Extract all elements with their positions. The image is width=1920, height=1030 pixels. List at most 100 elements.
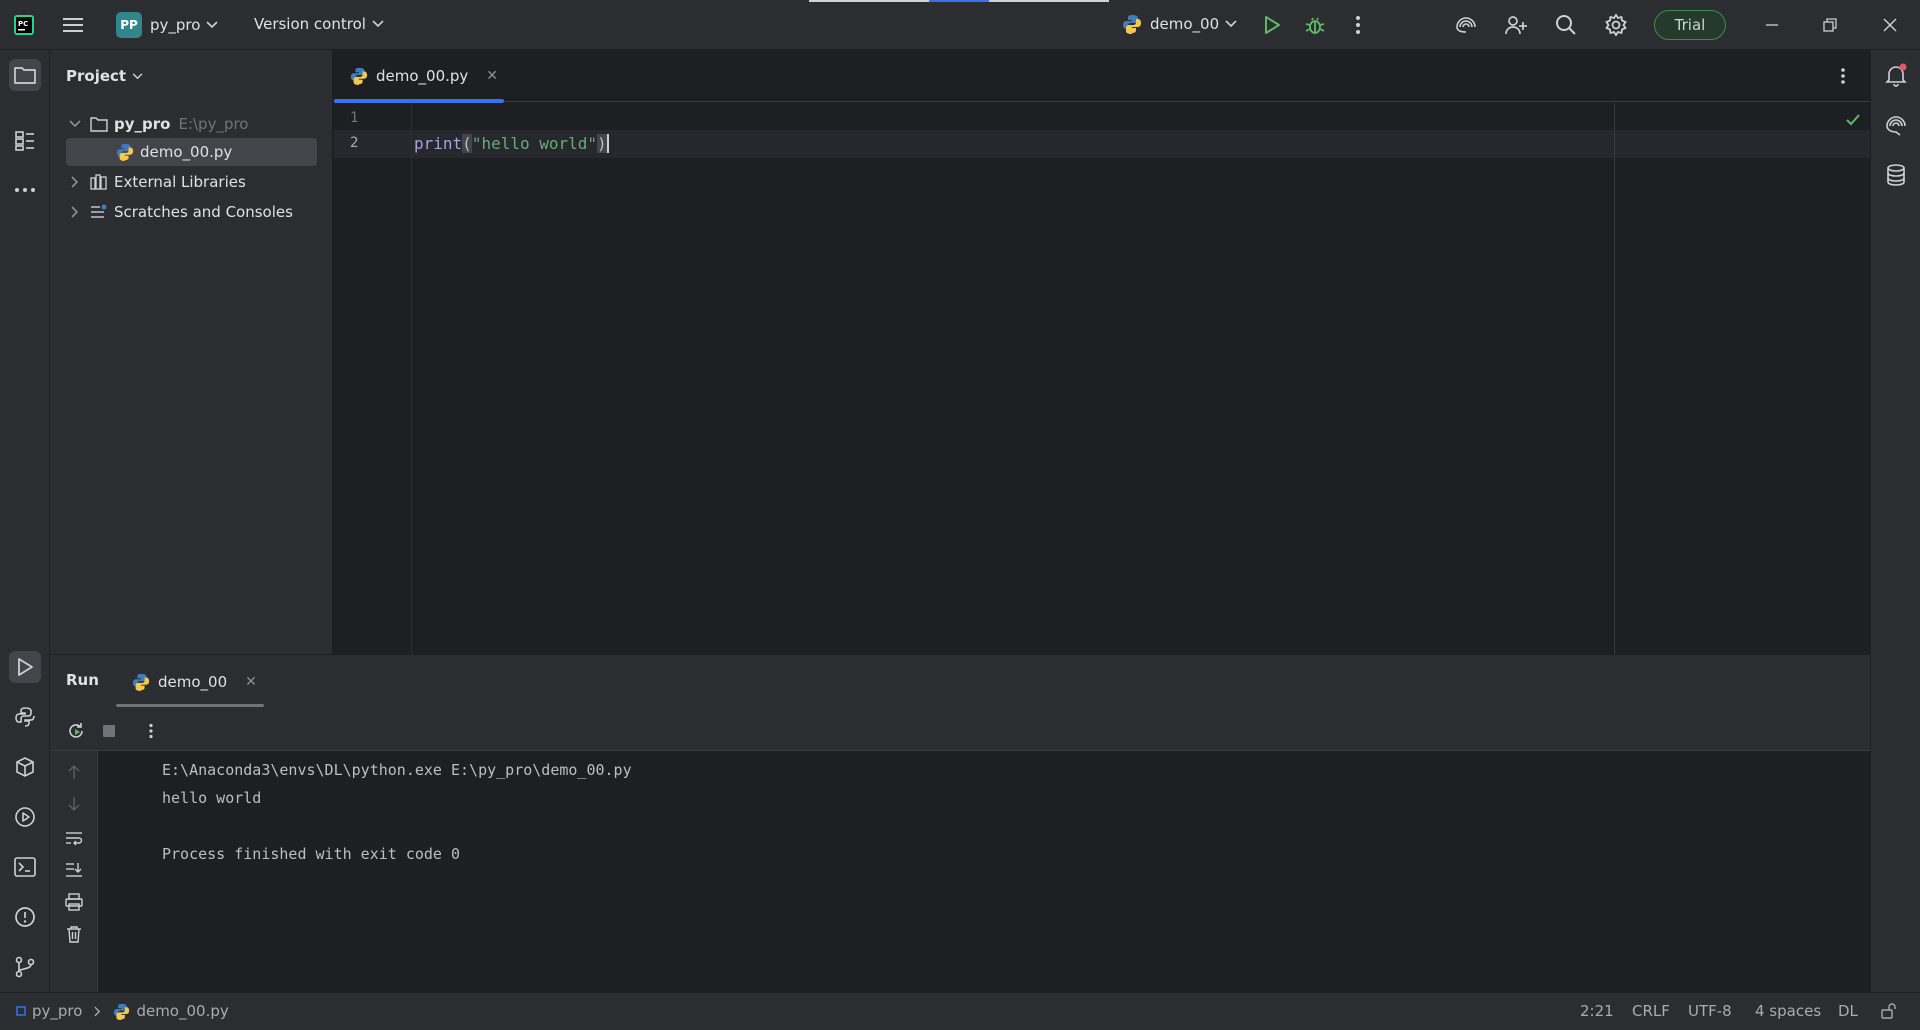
code-with-me-icon[interactable] bbox=[1502, 11, 1530, 39]
chevron-down-icon[interactable] bbox=[66, 120, 84, 128]
breadcrumb-file[interactable]: demo_00.py bbox=[136, 1002, 228, 1020]
chevron-right-icon[interactable] bbox=[66, 176, 84, 188]
terminal-icon[interactable] bbox=[9, 851, 41, 883]
console-line: E:\Anaconda3\envs\DL\python.exe E:\py_pr… bbox=[162, 761, 632, 779]
project-panel-title: Project bbox=[66, 67, 127, 85]
close-window-icon[interactable] bbox=[1876, 11, 1904, 39]
tree-item-demo-00[interactable]: demo_00.py bbox=[66, 138, 317, 166]
chevron-down-icon bbox=[1225, 20, 1237, 28]
python-file-icon bbox=[350, 67, 368, 85]
code-function: print bbox=[414, 134, 463, 153]
editor-more-icon[interactable] bbox=[1829, 62, 1857, 90]
code-paren-open: ( bbox=[462, 134, 472, 153]
indent-setting[interactable]: 4 spaces bbox=[1755, 1002, 1821, 1020]
ai-chat-icon[interactable] bbox=[1880, 109, 1912, 141]
problems-icon[interactable] bbox=[9, 901, 41, 933]
more-actions-icon[interactable] bbox=[1344, 11, 1372, 39]
arrow-down-icon[interactable] bbox=[63, 793, 85, 815]
structure-icon[interactable] bbox=[9, 125, 41, 157]
window-top-strip-accent bbox=[929, 0, 989, 2]
run-toolbar bbox=[50, 709, 1870, 751]
project-badge: PP bbox=[116, 12, 142, 38]
git-branch-icon[interactable] bbox=[9, 951, 41, 983]
library-icon bbox=[90, 174, 108, 190]
close-tab-icon[interactable]: ✕ bbox=[486, 68, 498, 84]
more-tools-icon[interactable] bbox=[9, 174, 41, 206]
no-problems-check-icon[interactable] bbox=[1839, 106, 1867, 134]
line-number: 1 bbox=[350, 110, 359, 126]
run-tab-indicator bbox=[116, 704, 264, 707]
run-more-icon[interactable] bbox=[140, 720, 162, 742]
services-icon[interactable] bbox=[9, 801, 41, 833]
run-tab-demo-00[interactable]: demo_00 ✕ bbox=[118, 663, 268, 701]
tree-root-label: py_pro bbox=[114, 115, 171, 133]
restore-icon[interactable] bbox=[1816, 11, 1844, 39]
trash-icon[interactable] bbox=[63, 923, 85, 945]
project-switcher[interactable]: PP py_pro bbox=[116, 12, 219, 38]
soft-wrap-icon[interactable] bbox=[63, 827, 85, 849]
ai-assistant-icon[interactable] bbox=[1452, 11, 1480, 39]
run-config-label: demo_00 bbox=[1150, 15, 1220, 33]
run-panel-title: Run bbox=[66, 671, 99, 689]
tree-item-label: demo_00.py bbox=[140, 143, 233, 161]
console-line: Process finished with exit code 0 bbox=[162, 845, 461, 863]
breadcrumb-project[interactable]: py_pro bbox=[32, 1002, 82, 1020]
tree-root-py-pro[interactable]: py_pro E:\py_pro bbox=[66, 110, 249, 138]
notifications-bell-icon[interactable] bbox=[1880, 59, 1912, 91]
line-number-gutter: 1 2 bbox=[334, 103, 412, 654]
scratches-icon bbox=[90, 204, 108, 220]
rerun-icon[interactable] bbox=[65, 720, 87, 742]
main-menu-icon[interactable] bbox=[59, 11, 87, 39]
python-file-icon bbox=[116, 143, 134, 161]
version-control-label: Version control bbox=[254, 15, 366, 33]
interpreter-name[interactable]: DL bbox=[1838, 1002, 1858, 1020]
run-icon[interactable] bbox=[1258, 11, 1286, 39]
code-string: "hello world" bbox=[471, 134, 598, 153]
line-ending[interactable]: CRLF bbox=[1632, 1002, 1670, 1020]
print-icon[interactable] bbox=[63, 891, 85, 913]
arrow-up-icon[interactable] bbox=[63, 761, 85, 783]
run-config-selector[interactable]: demo_00 bbox=[1122, 14, 1237, 34]
run-tool-icon[interactable] bbox=[9, 651, 41, 683]
search-icon[interactable] bbox=[1552, 11, 1580, 39]
tree-item-label: Scratches and Consoles bbox=[114, 203, 293, 221]
breadcrumb: py_pro demo_00.py bbox=[16, 1002, 229, 1020]
project-folder-icon[interactable] bbox=[9, 59, 41, 91]
stop-icon[interactable] bbox=[98, 720, 120, 742]
python-file-icon bbox=[113, 1003, 130, 1020]
tree-item-label: External Libraries bbox=[114, 173, 246, 191]
version-control-menu[interactable]: Version control bbox=[254, 15, 384, 33]
minimize-icon[interactable] bbox=[1758, 11, 1786, 39]
console-side-toolbar bbox=[50, 751, 98, 993]
python-console-icon[interactable] bbox=[9, 701, 41, 733]
chevron-down-icon bbox=[372, 20, 384, 28]
run-tab-label: demo_00 bbox=[158, 673, 228, 691]
chevron-down-icon bbox=[206, 21, 219, 29]
tree-item-external-libraries[interactable]: External Libraries bbox=[66, 168, 246, 196]
trial-button[interactable]: Trial bbox=[1654, 10, 1726, 40]
database-icon[interactable] bbox=[1880, 159, 1912, 191]
scroll-to-end-icon[interactable] bbox=[63, 859, 85, 881]
close-tab-icon[interactable]: ✕ bbox=[245, 674, 257, 690]
file-encoding[interactable]: UTF-8 bbox=[1688, 1002, 1732, 1020]
console-output[interactable]: E:\Anaconda3\envs\DL\python.exe E:\py_pr… bbox=[98, 751, 1870, 993]
python-packages-icon[interactable] bbox=[9, 751, 41, 783]
settings-gear-icon[interactable] bbox=[1602, 11, 1630, 39]
project-name: py_pro bbox=[150, 16, 201, 34]
line-number: 2 bbox=[350, 135, 359, 151]
left-tool-strip bbox=[0, 50, 50, 992]
project-view-selector[interactable]: Project bbox=[66, 67, 143, 85]
code-line-2[interactable]: print("hello world") bbox=[414, 134, 609, 153]
editor-tab-demo-00[interactable]: demo_00.py ✕ bbox=[334, 50, 504, 103]
status-bar: py_pro demo_00.py 2:21 CRLF UTF-8 4 spac… bbox=[0, 992, 1920, 1030]
caret-position[interactable]: 2:21 bbox=[1580, 1002, 1614, 1020]
svg-text:PC: PC bbox=[18, 20, 28, 28]
python-file-icon bbox=[132, 673, 150, 691]
chevron-right-icon[interactable] bbox=[66, 206, 84, 218]
debug-icon[interactable] bbox=[1301, 11, 1329, 39]
tree-item-scratches[interactable]: Scratches and Consoles bbox=[66, 198, 293, 226]
editor-area: demo_00.py ✕ 1 2 print("hello world") bbox=[334, 50, 1870, 654]
chevron-down-icon bbox=[132, 72, 143, 80]
unlock-icon[interactable] bbox=[1880, 1003, 1896, 1019]
code-paren-close: ) bbox=[597, 134, 609, 153]
